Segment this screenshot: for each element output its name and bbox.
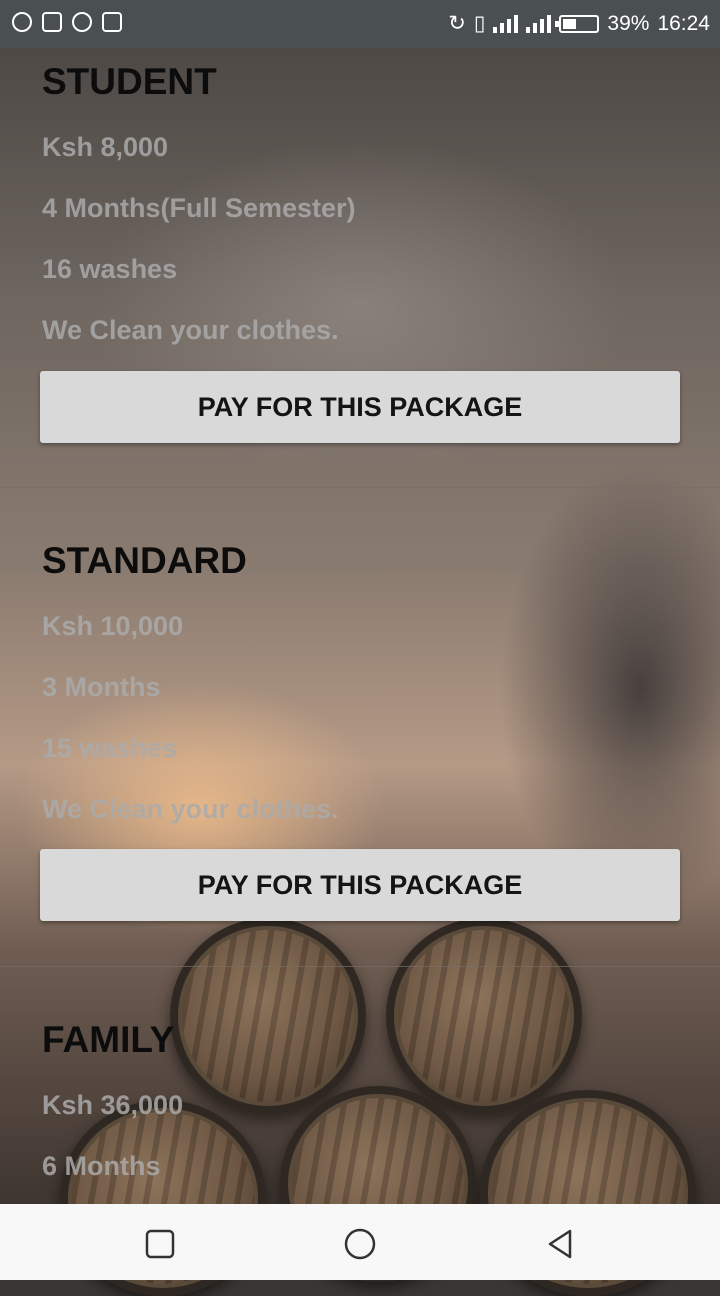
signal-icon [526,14,552,33]
package-price: Ksh 8,000 [42,132,169,162]
home-circle-icon[interactable] [342,1226,378,1262]
chat-bubble-icon [12,12,32,32]
package-price: Ksh 10,000 [42,611,184,641]
package-duration: 6 Months [42,1151,161,1181]
divider [0,487,720,488]
signal-icon [493,14,519,33]
divider [0,966,720,967]
sync-icon: ↻ [448,12,466,35]
status-bar: ↻ ▯ 39% 16:24 [0,0,720,48]
pay-button[interactable]: PAY FOR THIS PACKAGE [40,371,680,443]
pay-button[interactable]: PAY FOR THIS PACKAGE [40,849,680,921]
vibrate-icon: ▯ [473,12,486,35]
battery-percent: 39% [607,11,650,35]
cast-icon [102,12,122,32]
recents-square-icon[interactable] [142,1226,178,1262]
package-washes: 16 washes [42,254,178,284]
package-price: Ksh 36,000 [42,1090,184,1120]
battery-icon [555,14,600,33]
package-duration: 3 Months [42,672,161,702]
package-description: We Clean your clothes. [42,315,339,345]
package-washes: 15 washes [42,733,178,763]
navigation-bar [0,1204,720,1280]
package-duration: 4 Months(Full Semester) [42,193,356,223]
data-saver-icon [72,12,92,32]
package-title: STUDENT [42,61,217,102]
clock: 16:24 [657,11,710,35]
sim-icon [42,12,62,32]
package-list[interactable]: STUDENT Ksh 8,000 4 Months(Full Semester… [0,48,720,1204]
package-title: STANDARD [42,540,247,581]
package-description: We Clean your clothes. [42,794,339,824]
package-title: FAMILY [42,1019,175,1060]
back-triangle-icon[interactable] [542,1226,578,1262]
